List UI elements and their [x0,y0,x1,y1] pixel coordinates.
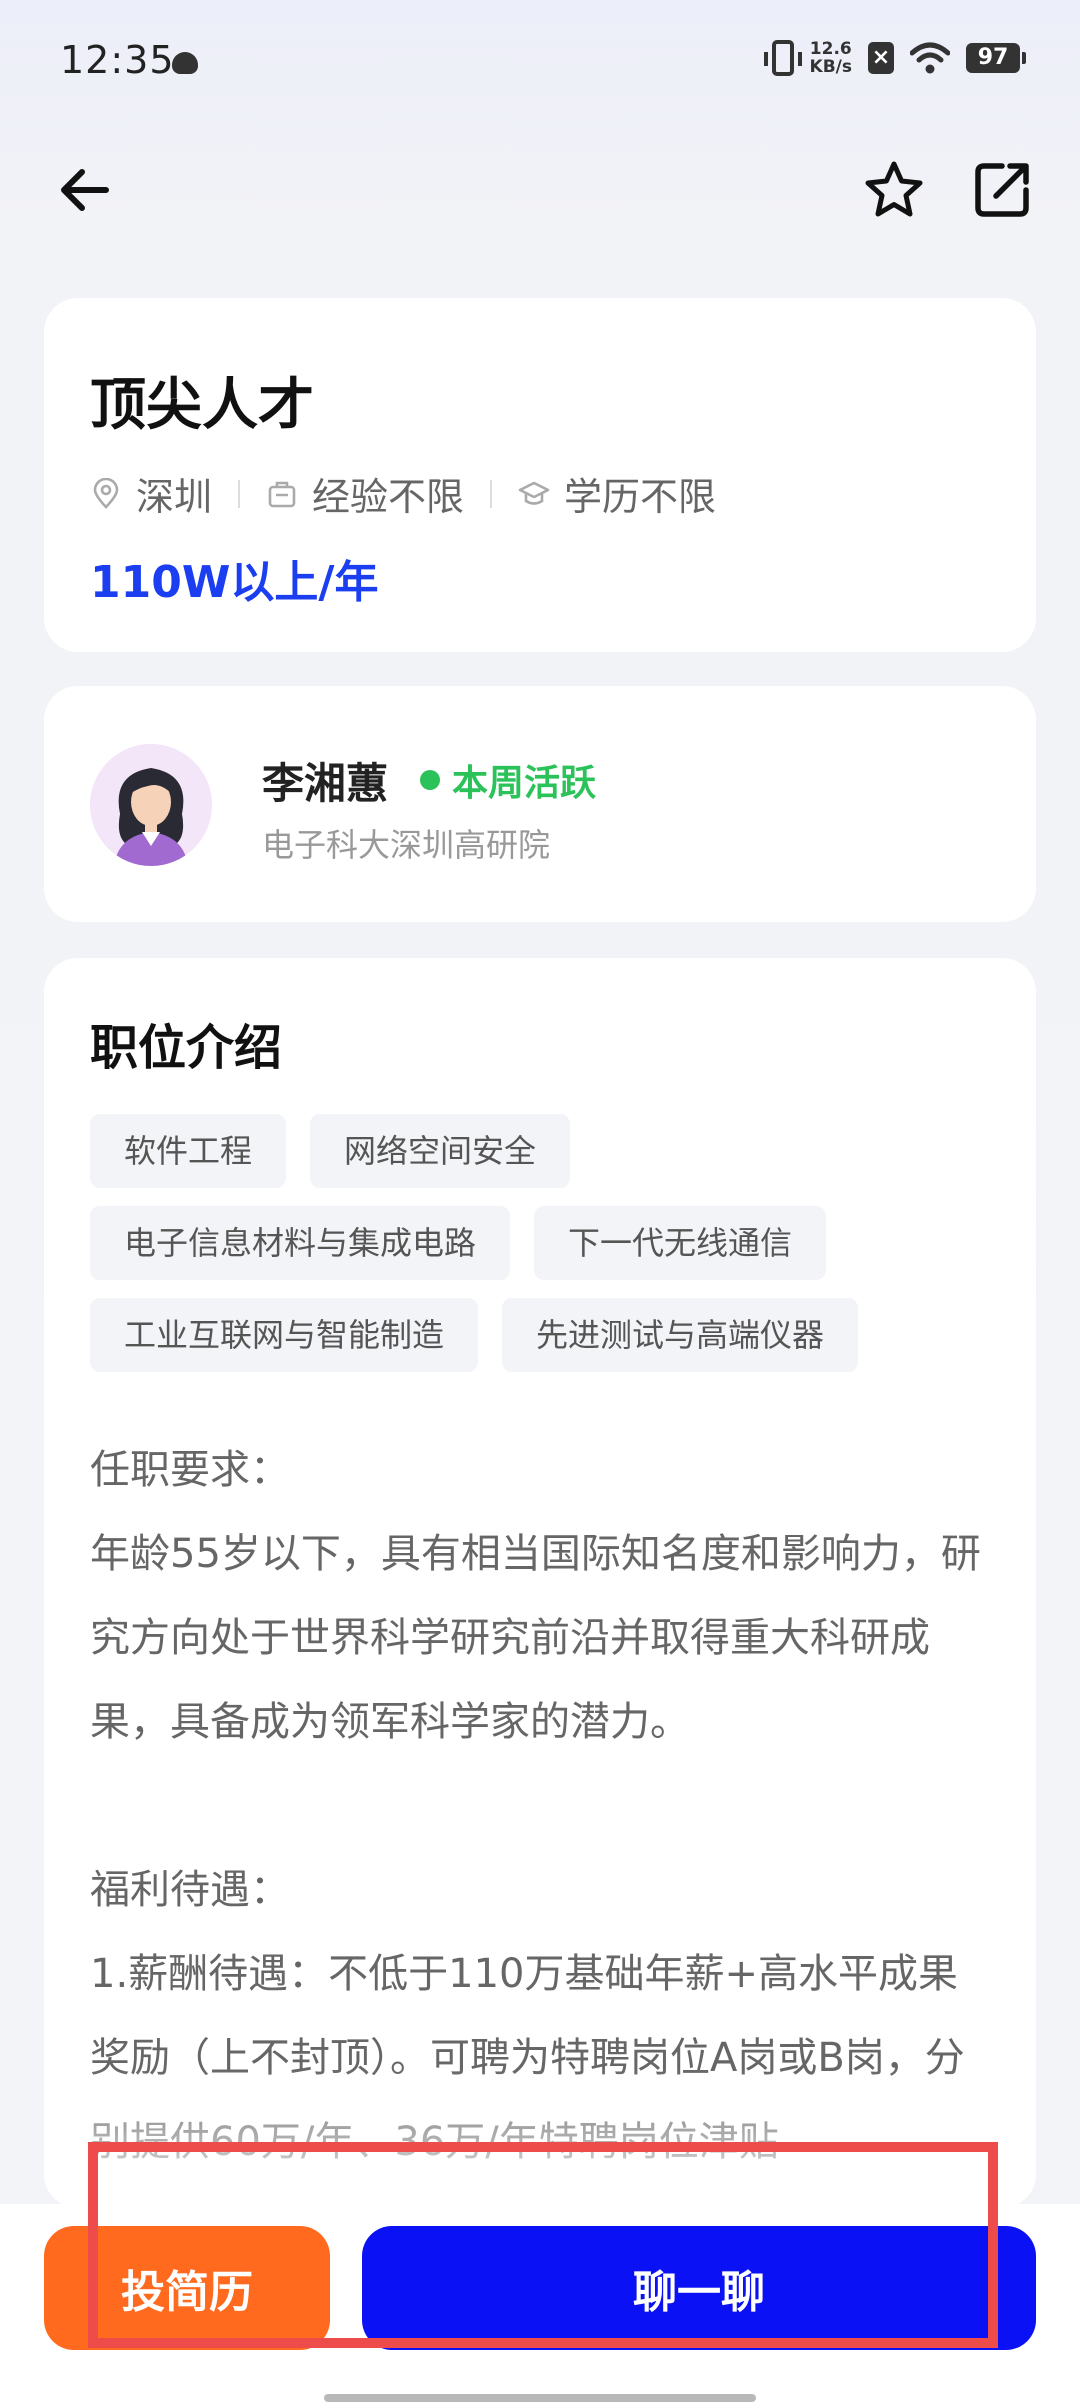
net-speed-value: 12.6 [809,39,852,59]
status-bar: 12:35 12.6 KB/s × 97 [0,0,1080,130]
avatar-illustration [90,744,212,866]
vibrate-icon [763,40,802,76]
highlight-box [88,2142,998,2348]
notification-icon [172,52,198,74]
tag-row: 工业互联网与智能制造 先进测试与高端仪器 [90,1298,990,1372]
net-speed: 12.6 KB/s [810,40,852,76]
divider [490,479,493,508]
experience-text: 经验不限 [312,475,465,519]
tag-list: 软件工程 网络空间安全 电子信息材料与集成电路 下一代无线通信 工业互联网与智能… [90,1114,990,1390]
education-meta: 学历不限 [518,466,716,521]
status-icons: 12.6 KB/s × 97 [763,40,1026,76]
active-status-text: 本周活跃 [452,763,597,804]
wifi-icon [910,42,950,74]
experience-meta: 经验不限 [266,466,464,521]
briefcase-icon [268,481,296,507]
back-arrow-icon[interactable] [54,160,114,220]
job-meta: 深圳 经验不限 学历不限 [90,466,716,521]
star-icon[interactable] [862,158,926,222]
divider [238,479,241,508]
job-summary-card: 顶尖人才 深圳 经验不限 学历不限 110W以上/年 [44,298,1036,652]
location-text: 深圳 [136,475,213,519]
avatar[interactable] [90,744,212,866]
tag: 网络空间安全 [310,1114,571,1188]
tag-row: 电子信息材料与集成电路 下一代无线通信 [90,1206,990,1280]
status-time: 12:35 [60,38,175,82]
salary: 110W以上/年 [90,557,379,608]
tag: 电子信息材料与集成电路 [90,1206,511,1280]
tag: 工业互联网与智能制造 [90,1298,479,1372]
tag: 先进测试与高端仪器 [502,1298,859,1372]
active-status-badge: 本周活跃 [420,754,596,806]
battery-indicator: 97 [966,43,1026,73]
x-icon: × [868,42,894,74]
recruiter-card[interactable]: 李湘蕙 本周活跃 电子科大深圳高研院 [44,686,1036,922]
location-meta: 深圳 [90,466,212,521]
location-pin-icon [93,477,119,509]
recruiter-name: 李湘蕙 [262,759,389,808]
description-heading: 职位介绍 [90,1020,283,1076]
job-title: 顶尖人才 [90,373,314,438]
net-speed-unit: KB/s [809,57,852,77]
job-description-card: 职位介绍 软件工程 网络空间安全 电子信息材料与集成电路 下一代无线通信 工业互… [44,958,1036,2208]
recruiter-organization: 电子科大深圳高研院 [262,826,551,864]
share-icon[interactable] [972,160,1032,220]
tag: 软件工程 [90,1114,287,1188]
tag-row: 软件工程 网络空间安全 [90,1114,990,1188]
home-indicator[interactable] [324,2394,756,2402]
tag: 下一代无线通信 [534,1206,827,1280]
graduation-cap-icon [518,481,550,505]
education-text: 学历不限 [564,475,717,519]
active-dot-icon [420,770,440,790]
